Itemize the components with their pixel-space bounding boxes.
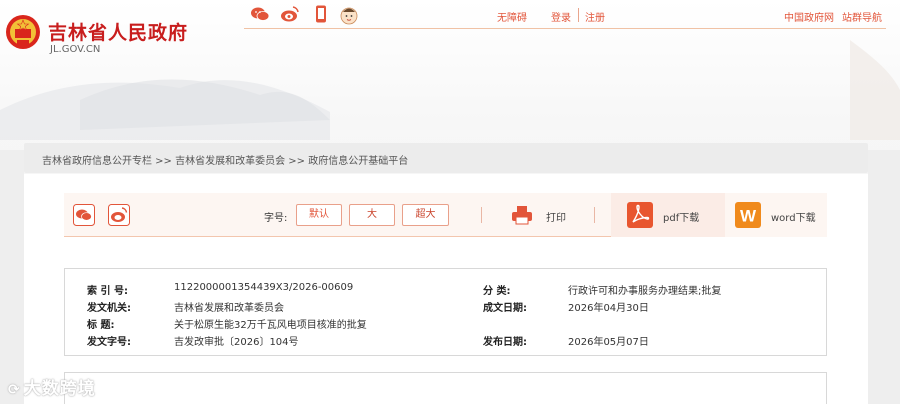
accessibility-link[interactable]: 无障碍 [497, 9, 527, 24]
word-icon: W [735, 202, 761, 228]
site-title[interactable]: 吉林省人民政府 [48, 18, 188, 45]
wechat-icon[interactable] [250, 4, 270, 24]
publish-date-value: 2026年05月07日 [568, 337, 649, 348]
word-download-button[interactable]: W word下载 [725, 193, 827, 237]
mascot-icon[interactable] [339, 4, 359, 26]
publish-date-key: 发布日期: [483, 337, 527, 348]
login-link[interactable]: 登录 [551, 9, 571, 24]
written-date-value: 2026年04月30日 [568, 303, 649, 314]
site-domain: JL.GOV.CN [50, 44, 101, 55]
title-key: 标 题: [87, 320, 115, 331]
doc-number-key: 发文字号: [87, 337, 131, 348]
print-button[interactable]: 打印 [546, 209, 566, 224]
toolbar-divider [594, 207, 595, 223]
pdf-icon [627, 202, 653, 228]
watermark-text: 大数跨境 [23, 379, 96, 399]
print-icon[interactable] [511, 204, 533, 226]
china-gov-link[interactable]: 中国政府网 [784, 9, 834, 24]
watermark-icon: ⟳ [8, 382, 21, 398]
pdf-download-button[interactable]: pdf下载 [611, 193, 725, 237]
site-nav-link[interactable]: 站群导航 [842, 9, 882, 24]
category-key: 分 类: [483, 286, 511, 297]
breadcrumb-text[interactable]: 吉林省政府信息公开专栏 >> 吉林省发展和改革委员会 >> 政府信息公开基础平台 [42, 156, 408, 167]
watermark-logo: ⟳ 大数跨境 [8, 374, 96, 399]
mobile-icon[interactable] [311, 4, 331, 24]
category-value: 行政许可和办事服务办理结果;批复 [568, 286, 722, 297]
font-size-default-button[interactable]: 默认 [296, 204, 342, 226]
written-date-key: 成文日期: [483, 303, 527, 314]
link-divider [578, 8, 579, 22]
word-download-label: word下载 [771, 213, 816, 224]
weibo-icon[interactable] [280, 4, 300, 24]
share-weibo-icon[interactable] [108, 204, 130, 226]
issuer-key: 发文机关: [87, 303, 131, 314]
toolbar-divider [481, 207, 482, 223]
share-wechat-icon[interactable] [73, 204, 95, 226]
national-emblem-icon [6, 15, 40, 49]
index-value: 1122000001354439X3/2026-00609 [174, 282, 354, 293]
article-toolbar: 字号: 默认 大 超大 打印 pdf下载 W word下载 [64, 193, 827, 237]
svg-text:W: W [740, 207, 757, 226]
article-content-box [64, 372, 827, 404]
index-key: 索 引 号: [87, 286, 128, 297]
issuer-value: 吉林省发展和改革委员会 [174, 303, 284, 314]
title-value: 关于松原生能32万千瓦风电项目核准的批复 [174, 320, 367, 331]
document-metadata-table: 索 引 号: 1122000001354439X3/2026-00609 分 类… [64, 268, 827, 356]
header-divider [244, 28, 886, 29]
register-link[interactable]: 注册 [585, 9, 605, 24]
top-bar: 吉林省人民政府 JL.GOV.CN 无障碍 登录 注册 中国政府网 站群导航 [0, 0, 900, 55]
pdf-download-label: pdf下载 [663, 213, 700, 224]
breadcrumb: 吉林省政府信息公开专栏 >> 吉林省发展和改革委员会 >> 政府信息公开基础平台 [24, 143, 868, 173]
font-size-xlarge-button[interactable]: 超大 [402, 204, 449, 226]
font-size-label: 字号: [264, 213, 288, 224]
doc-number-value: 吉发改审批〔2026〕104号 [174, 337, 299, 348]
font-size-large-button[interactable]: 大 [349, 204, 395, 226]
